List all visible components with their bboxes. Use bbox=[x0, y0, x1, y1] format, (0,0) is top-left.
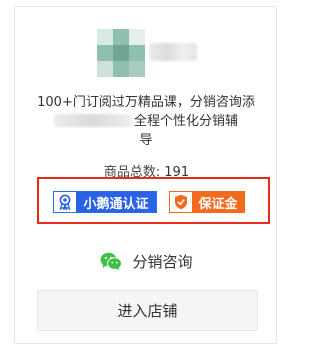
xiaoetong-certified-label: 小鹅通认证 bbox=[76, 192, 156, 212]
distribution-consult-label: 分销咨询 bbox=[132, 252, 193, 271]
description-redacted bbox=[53, 114, 132, 127]
description-line-3: 导 bbox=[139, 133, 153, 148]
shop-description: 100+门订阅过万精品课，分销咨询添 全程个性化分销辅 导 bbox=[20, 93, 272, 150]
deposit-label: 保证金 bbox=[192, 192, 244, 212]
wechat-icon bbox=[100, 252, 123, 270]
shield-check-icon bbox=[170, 192, 192, 212]
description-line-2: 全程个性化分销辅 bbox=[20, 112, 272, 131]
deposit-badge[interactable]: 保证金 bbox=[169, 191, 245, 213]
description-line-1: 100+门订阅过万精品课，分销咨询添 bbox=[37, 95, 255, 110]
xiaoetong-certified-badge[interactable]: 小鹅通认证 bbox=[53, 191, 157, 213]
shop-logo bbox=[97, 29, 145, 77]
enter-shop-button[interactable]: 进入店铺 bbox=[37, 290, 258, 331]
distribution-consult-link[interactable]: 分销咨询 bbox=[15, 250, 278, 272]
ribbon-award-icon bbox=[54, 192, 76, 212]
shop-card: 100+门订阅过万精品课，分销咨询添 全程个性化分销辅 导 商品总数: 191 分… bbox=[14, 6, 277, 344]
description-line-2-text: 全程个性化分销辅 bbox=[133, 114, 238, 129]
certification-badges-highlight: 小鹅通认证 保证金 bbox=[37, 177, 270, 224]
shop-name-redacted bbox=[149, 43, 197, 61]
